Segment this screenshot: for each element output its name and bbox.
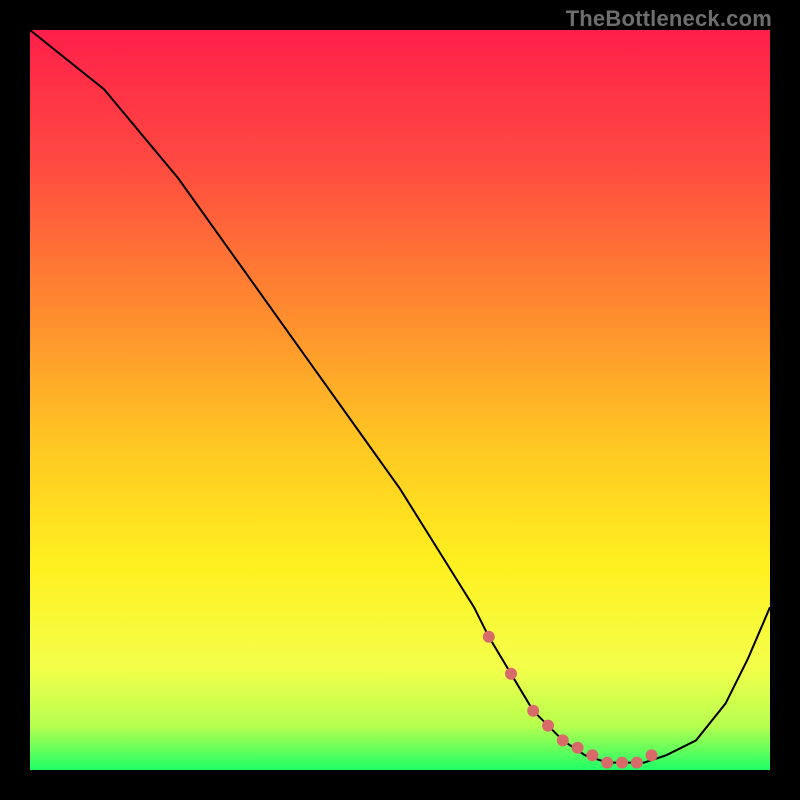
marker-dot (631, 757, 643, 769)
marker-dot (601, 757, 613, 769)
watermark-text: TheBottleneck.com (566, 6, 772, 32)
marker-dot (527, 705, 539, 717)
chart-stage: TheBottleneck.com (0, 0, 800, 800)
plot-area (30, 30, 770, 770)
marker-dot (572, 742, 584, 754)
marker-dot (557, 734, 569, 746)
marker-dot (586, 749, 598, 761)
marker-dot (616, 757, 628, 769)
marker-dot (542, 720, 554, 732)
gradient-field (30, 30, 770, 770)
chart-svg (30, 30, 770, 770)
marker-dot (646, 749, 658, 761)
marker-dot (483, 631, 495, 643)
marker-dot (505, 668, 517, 680)
